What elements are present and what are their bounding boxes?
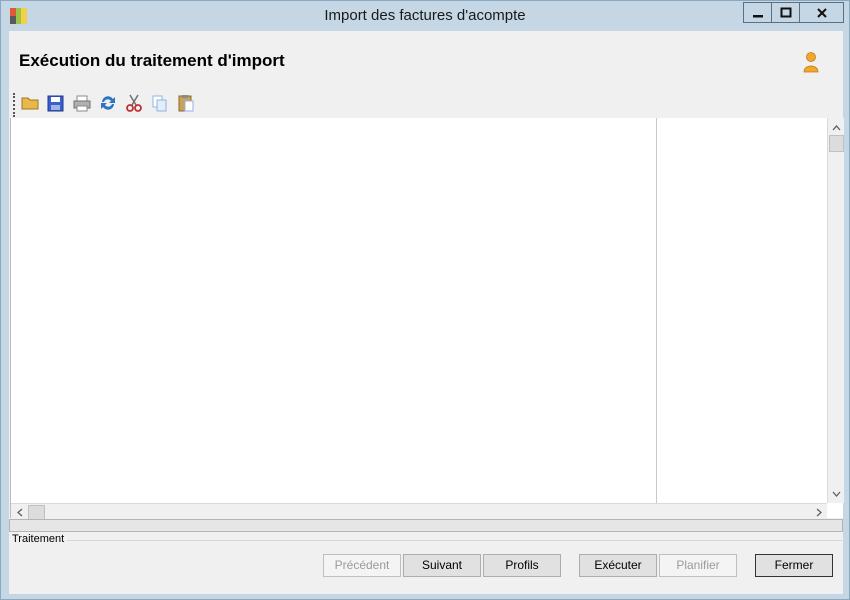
- close-dialog-button[interactable]: Fermer: [755, 554, 833, 577]
- schedule-button[interactable]: Planifier: [659, 554, 737, 577]
- toolbar-grip[interactable]: [13, 93, 15, 117]
- open-folder-icon[interactable]: [20, 93, 40, 113]
- paste-icon[interactable]: [176, 93, 196, 113]
- horizontal-scroll-thumb[interactable]: [28, 505, 45, 520]
- page-title: Exécution du traitement d'import: [19, 51, 285, 70]
- previous-button[interactable]: Précédent: [323, 554, 401, 577]
- processing-editor[interactable]: [10, 118, 844, 520]
- next-button[interactable]: Suivant: [403, 554, 481, 577]
- client-area: Exécution du traitement d'import Traitem…: [9, 31, 844, 594]
- save-icon[interactable]: [46, 93, 66, 113]
- maximize-icon: [780, 7, 791, 17]
- execute-button[interactable]: Exécuter: [579, 554, 657, 577]
- user-icon[interactable]: [802, 51, 820, 73]
- minimize-icon: [752, 14, 763, 17]
- scroll-down-arrow-icon[interactable]: [828, 485, 845, 502]
- horizontal-scrollbar[interactable]: [11, 503, 827, 520]
- title-bar[interactable]: Import des factures d'acompte: [1, 1, 849, 31]
- close-button[interactable]: [799, 2, 844, 23]
- progress-bar: [9, 519, 843, 532]
- import-window: Import des factures d'acompte Exécution …: [0, 0, 850, 600]
- print-icon[interactable]: [72, 93, 92, 113]
- profiles-button[interactable]: Profils: [483, 554, 561, 577]
- copy-icon[interactable]: [150, 93, 170, 113]
- scroll-up-arrow-icon[interactable]: [828, 119, 845, 136]
- maximize-button[interactable]: [771, 2, 800, 23]
- pane-splitter[interactable]: [656, 118, 657, 503]
- vertical-scroll-thumb[interactable]: [829, 135, 844, 152]
- vertical-scrollbar[interactable]: [827, 118, 844, 503]
- toolbar: [12, 91, 212, 117]
- group-divider: [67, 540, 842, 541]
- cut-icon[interactable]: [124, 93, 144, 113]
- window-title: Import des factures d'acompte: [324, 7, 526, 24]
- close-icon: [816, 7, 827, 18]
- group-label: Traitement: [12, 533, 67, 545]
- minimize-button[interactable]: [743, 2, 772, 23]
- refresh-icon[interactable]: [98, 93, 118, 113]
